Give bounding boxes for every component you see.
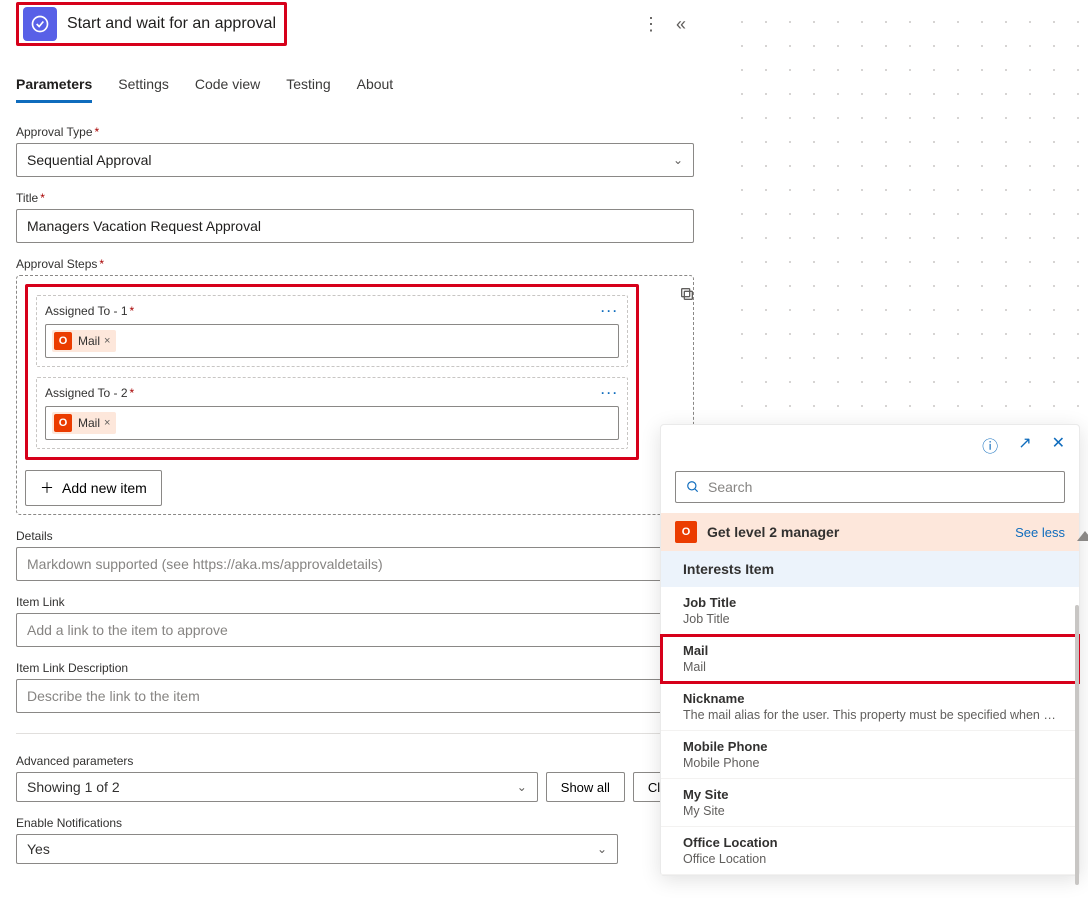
- tab-settings[interactable]: Settings: [118, 76, 169, 103]
- value-approval-type: Sequential Approval: [27, 152, 152, 168]
- field-item-link-desc: Item Link Description Describe the link …: [16, 661, 694, 713]
- tab-bar: Parameters Settings Code view Testing Ab…: [16, 76, 694, 103]
- input-title[interactable]: Managers Vacation Request Approval: [16, 209, 694, 243]
- step-label-2: Assigned To - 2*: [45, 386, 134, 400]
- search-icon: [686, 480, 700, 494]
- tab-codeview[interactable]: Code view: [195, 76, 260, 103]
- add-new-item-button[interactable]: ＋ Add new item: [25, 470, 162, 506]
- show-all-button[interactable]: Show all: [546, 772, 625, 802]
- value-title: Managers Vacation Request Approval: [27, 218, 261, 234]
- token-mail-2[interactable]: O Mail ×: [52, 412, 116, 434]
- label-title: Title*: [16, 191, 694, 205]
- chevron-down-icon: ⌄: [673, 153, 683, 167]
- field-notifications: Enable Notifications Yes ⌄: [16, 816, 694, 864]
- list-item-my-site[interactable]: My Site My Site: [661, 779, 1079, 827]
- input-approval-type[interactable]: Sequential Approval ⌄: [16, 143, 694, 177]
- action-config-panel: Start and wait for an approval ⋮ « Param…: [0, 0, 710, 917]
- input-notifications[interactable]: Yes ⌄: [16, 834, 618, 864]
- info-icon[interactable]: ⓘ: [982, 433, 998, 457]
- see-less-link[interactable]: See less: [1015, 525, 1065, 540]
- field-item-link: Item Link Add a link to the item to appr…: [16, 595, 694, 647]
- token-mail-1[interactable]: O Mail ×: [52, 330, 116, 352]
- label-notifications: Enable Notifications: [16, 816, 694, 830]
- office-icon: O: [54, 414, 72, 432]
- search-input[interactable]: Search: [675, 471, 1065, 503]
- list-item-nickname[interactable]: Nickname The mail alias for the user. Th…: [661, 683, 1079, 731]
- action-header: Start and wait for an approval: [16, 2, 287, 46]
- list-item-mobile-phone[interactable]: Mobile Phone Mobile Phone: [661, 731, 1079, 779]
- label-approval-type: Approval Type*: [16, 125, 694, 139]
- field-approval-type: Approval Type* Sequential Approval ⌄: [16, 125, 694, 177]
- scrollbar-thumb[interactable]: [1075, 605, 1079, 885]
- input-item-link-desc[interactable]: Describe the link to the item: [16, 679, 694, 713]
- itemlinkdesc-placeholder: Describe the link to the item: [27, 688, 200, 704]
- advanced-showing: Showing 1 of 2: [27, 779, 120, 795]
- label-details: Details: [16, 529, 694, 543]
- close-icon[interactable]: ✕: [1052, 433, 1065, 457]
- chevron-down-icon: ⌄: [597, 842, 607, 856]
- list-item-mail[interactable]: Mail Mail: [661, 635, 1079, 683]
- advanced-select[interactable]: Showing 1 of 2 ⌄: [16, 772, 538, 802]
- itemlink-placeholder: Add a link to the item to approve: [27, 622, 228, 638]
- tab-about[interactable]: About: [357, 76, 394, 103]
- popup-caret-icon: [1077, 531, 1088, 541]
- token-label-2: Mail: [78, 416, 100, 430]
- source-title: Get level 2 manager: [707, 524, 839, 540]
- input-item-link[interactable]: Add a link to the item to approve: [16, 613, 694, 647]
- step-label-1: Assigned To - 1*: [45, 304, 134, 318]
- collapse-panel-icon[interactable]: «: [668, 14, 694, 35]
- category-interests-item[interactable]: Interests Item: [661, 551, 1079, 587]
- office-icon: O: [54, 332, 72, 350]
- step-item-1: Assigned To - 1* ··· O Mail ×: [36, 295, 628, 367]
- label-advanced: Advanced parameters: [16, 754, 694, 768]
- label-approval-steps: Approval Steps*: [16, 257, 694, 271]
- add-item-label: Add new item: [62, 480, 147, 496]
- field-approval-steps: Approval Steps* Assigned To - 1* ··· O M…: [16, 257, 694, 515]
- step-menu-1[interactable]: ···: [601, 304, 619, 318]
- details-placeholder: Markdown supported (see https://aka.ms/a…: [27, 556, 383, 572]
- label-item-link: Item Link: [16, 595, 694, 609]
- step-item-2: Assigned To - 2* ··· O Mail ×: [36, 377, 628, 449]
- input-details[interactable]: Markdown supported (see https://aka.ms/a…: [16, 547, 694, 581]
- action-title: Start and wait for an approval: [67, 15, 276, 33]
- tab-testing[interactable]: Testing: [286, 76, 330, 103]
- tab-parameters[interactable]: Parameters: [16, 76, 92, 103]
- divider: [16, 733, 694, 734]
- dynamic-content-popup: ⓘ ↗ ✕ Search O Get level 2 manager See l…: [660, 424, 1080, 876]
- label-item-link-desc: Item Link Description: [16, 661, 694, 675]
- more-menu-icon[interactable]: ⋮: [634, 14, 668, 35]
- field-advanced: Advanced parameters Showing 1 of 2 ⌄ Sho…: [16, 754, 694, 802]
- field-details: Details Markdown supported (see https://…: [16, 529, 694, 581]
- chevron-down-icon: ⌄: [517, 780, 527, 794]
- steps-container: Assigned To - 1* ··· O Mail × Assigned T…: [16, 275, 694, 515]
- approvals-icon: [23, 7, 57, 41]
- token-remove-1[interactable]: ×: [104, 335, 110, 347]
- plus-icon: ＋: [40, 478, 54, 498]
- copy-steps-icon[interactable]: [679, 286, 695, 307]
- property-list: Job Title Job Title Mail Mail Nickname T…: [661, 587, 1079, 875]
- canvas-grid: [730, 10, 1080, 410]
- notifications-value: Yes: [27, 841, 50, 857]
- dynamic-source-header[interactable]: O Get level 2 manager See less: [661, 513, 1079, 551]
- expand-icon[interactable]: ↗: [1018, 433, 1031, 457]
- search-placeholder: Search: [708, 479, 752, 495]
- office-icon: O: [675, 521, 697, 543]
- field-title: Title* Managers Vacation Request Approva…: [16, 191, 694, 243]
- list-item-office-location[interactable]: Office Location Office Location: [661, 827, 1079, 875]
- assigned-to-input-2[interactable]: O Mail ×: [45, 406, 619, 440]
- assigned-to-input-1[interactable]: O Mail ×: [45, 324, 619, 358]
- header-bar: Start and wait for an approval ⋮ «: [16, 0, 694, 48]
- list-item-job-title[interactable]: Job Title Job Title: [661, 587, 1079, 635]
- steps-highlight: Assigned To - 1* ··· O Mail × Assigned T…: [25, 284, 639, 460]
- step-menu-2[interactable]: ···: [601, 386, 619, 400]
- token-label-1: Mail: [78, 334, 100, 348]
- token-remove-2[interactable]: ×: [104, 417, 110, 429]
